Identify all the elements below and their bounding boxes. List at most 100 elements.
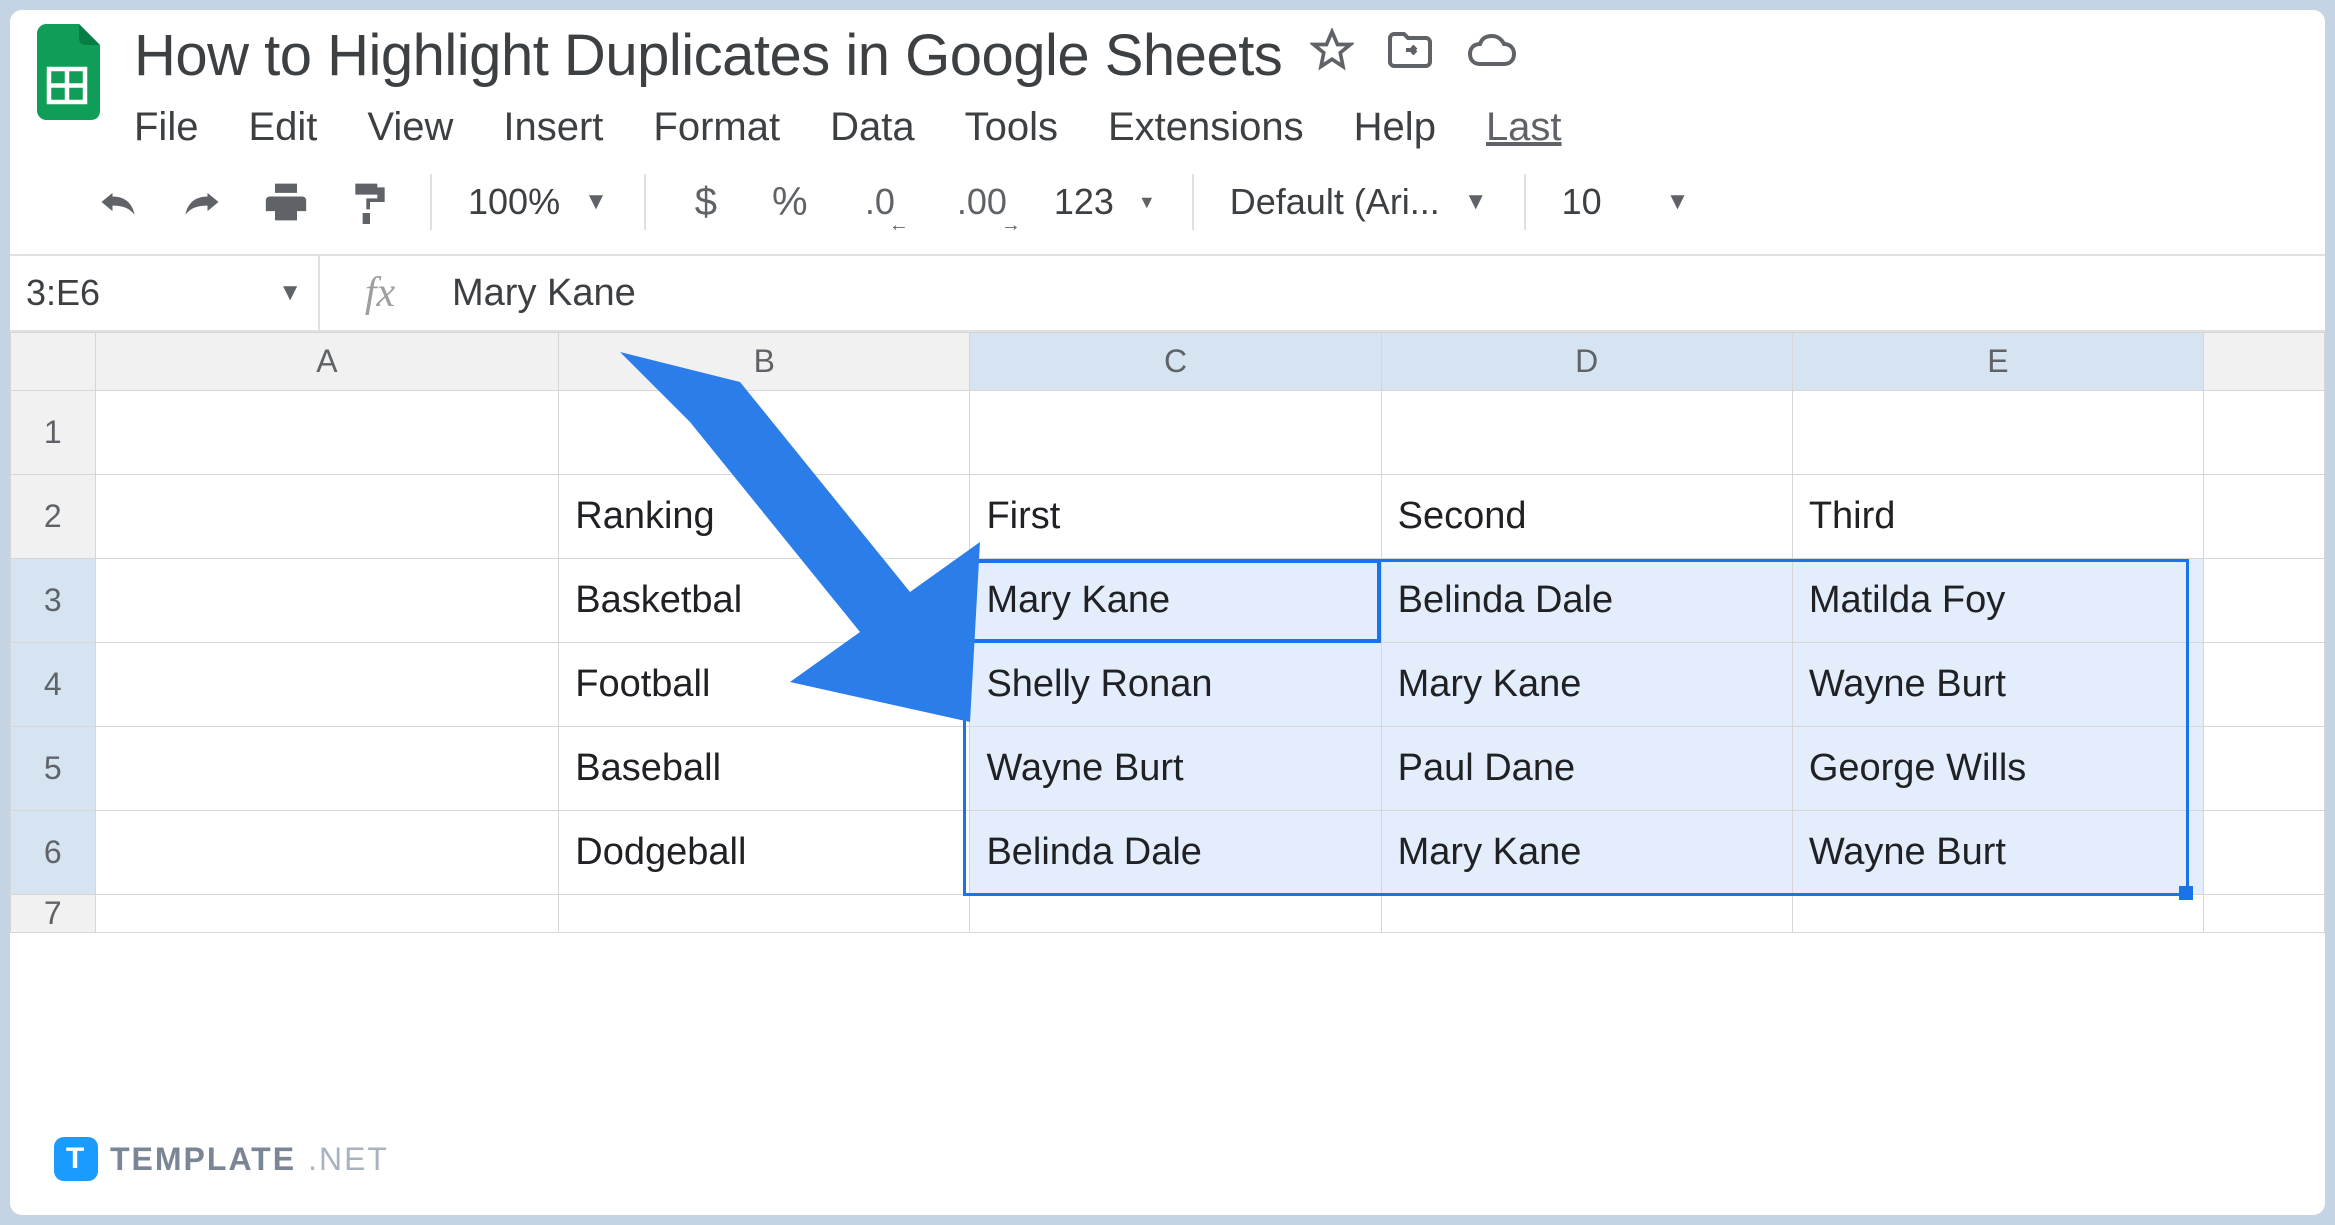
name-box[interactable]: 3:E6 ▼ [10, 256, 320, 330]
cell-e4[interactable]: Wayne Burt [1792, 643, 2203, 727]
cell-b2[interactable]: Ranking [559, 475, 970, 559]
cell-a2[interactable] [95, 475, 559, 559]
menu-last-edit[interactable]: Last [1486, 105, 1562, 150]
row-header-5[interactable]: 5 [11, 727, 96, 811]
cell-c6[interactable]: Belinda Dale [970, 811, 1381, 895]
decrease-decimal-button[interactable]: .0← [850, 178, 910, 226]
cell-b7[interactable] [559, 895, 970, 933]
chevron-down-icon: ▼ [1138, 192, 1156, 213]
spreadsheet-grid: A B C D E 1 2 Ranking First [10, 332, 2325, 933]
watermark-suffix: .NET [308, 1141, 389, 1178]
cell-b5[interactable]: Baseball [559, 727, 970, 811]
font-size-selector[interactable]: 10 ▼ [1562, 181, 1690, 223]
star-icon[interactable] [1310, 28, 1354, 83]
cell-f5[interactable] [2204, 727, 2325, 811]
cell-f1[interactable] [2204, 391, 2325, 475]
cell-f4[interactable] [2204, 643, 2325, 727]
cell-d3[interactable]: Belinda Dale [1381, 559, 1792, 643]
number-format-label: 123 [1054, 181, 1114, 223]
col-header-overflow[interactable] [2204, 333, 2325, 391]
select-all-corner[interactable] [11, 333, 96, 391]
row-header-3[interactable]: 3 [11, 559, 96, 643]
print-icon[interactable] [262, 178, 310, 226]
row-header-2[interactable]: 2 [11, 475, 96, 559]
col-header-d[interactable]: D [1381, 333, 1792, 391]
font-name: Default (Ari... [1230, 181, 1440, 223]
row-header-7[interactable]: 7 [11, 895, 96, 933]
cell-f6[interactable] [2204, 811, 2325, 895]
cell-d5[interactable]: Paul Dane [1381, 727, 1792, 811]
redo-icon[interactable] [178, 178, 226, 226]
sheets-logo-icon[interactable] [30, 22, 110, 122]
cell-c7[interactable] [970, 895, 1381, 933]
cell-d6[interactable]: Mary Kane [1381, 811, 1792, 895]
cell-b4[interactable]: Football [559, 643, 970, 727]
cloud-status-icon[interactable] [1466, 30, 1518, 81]
zoom-selector[interactable]: 100% ▼ [468, 181, 608, 223]
cell-e1[interactable] [1792, 391, 2203, 475]
cell-e2[interactable]: Third [1792, 475, 2203, 559]
cell-f7[interactable] [2204, 895, 2325, 933]
cell-b1[interactable] [559, 391, 970, 475]
cell-a6[interactable] [95, 811, 559, 895]
cell-e5[interactable]: George Wills [1792, 727, 2203, 811]
undo-icon[interactable] [94, 178, 142, 226]
menu-help[interactable]: Help [1354, 105, 1436, 150]
formula-bar: 3:E6 ▼ fx Mary Kane [10, 256, 2325, 332]
row-header-6[interactable]: 6 [11, 811, 96, 895]
watermark-text: TEMPLATE [110, 1141, 296, 1178]
menu-insert[interactable]: Insert [503, 105, 603, 150]
cell-c1[interactable] [970, 391, 1381, 475]
range-text: 3:E6 [26, 272, 100, 314]
chevron-down-icon: ▼ [1666, 188, 1690, 216]
cell-e3[interactable]: Matilda Foy [1792, 559, 2203, 643]
number-format-button[interactable]: 123 ▼ [1054, 181, 1156, 223]
menu-data[interactable]: Data [830, 105, 915, 150]
menu-format[interactable]: Format [653, 105, 780, 150]
col-header-b[interactable]: B [559, 333, 970, 391]
cell-f3[interactable] [2204, 559, 2325, 643]
move-folder-icon[interactable] [1386, 28, 1434, 83]
menu-tools[interactable]: Tools [965, 105, 1058, 150]
cell-d2[interactable]: Second [1381, 475, 1792, 559]
fx-label: fx [320, 269, 440, 317]
cell-c5[interactable]: Wayne Burt [970, 727, 1381, 811]
font-selector[interactable]: Default (Ari... ▼ [1230, 181, 1488, 223]
menu-view[interactable]: View [367, 105, 453, 150]
chevron-down-icon: ▼ [584, 188, 608, 216]
menu-bar: File Edit View Insert Format Data Tools … [134, 105, 2305, 150]
chevron-down-icon: ▼ [1464, 188, 1488, 216]
col-header-c[interactable]: C [970, 333, 1381, 391]
menu-extensions[interactable]: Extensions [1108, 105, 1304, 150]
cell-c3[interactable]: Mary Kane [970, 559, 1381, 643]
percent-button[interactable]: % [766, 178, 814, 226]
col-header-a[interactable]: A [95, 333, 559, 391]
font-size-value: 10 [1562, 181, 1602, 223]
chevron-down-icon: ▼ [278, 279, 302, 307]
cell-e7[interactable] [1792, 895, 2203, 933]
cell-f2[interactable] [2204, 475, 2325, 559]
cell-a5[interactable] [95, 727, 559, 811]
formula-value[interactable]: Mary Kane [440, 272, 636, 315]
cell-a4[interactable] [95, 643, 559, 727]
increase-decimal-button[interactable]: .00→ [946, 178, 1018, 226]
cell-b3[interactable]: Basketbal [559, 559, 970, 643]
menu-file[interactable]: File [134, 105, 198, 150]
col-header-e[interactable]: E [1792, 333, 2203, 391]
cell-d7[interactable] [1381, 895, 1792, 933]
cell-a7[interactable] [95, 895, 559, 933]
row-header-4[interactable]: 4 [11, 643, 96, 727]
cell-a1[interactable] [95, 391, 559, 475]
cell-a3[interactable] [95, 559, 559, 643]
cell-e6[interactable]: Wayne Burt [1792, 811, 2203, 895]
currency-button[interactable]: $ [682, 178, 730, 226]
menu-edit[interactable]: Edit [248, 105, 317, 150]
paint-format-icon[interactable] [346, 178, 394, 226]
cell-c4[interactable]: Shelly Ronan [970, 643, 1381, 727]
cell-d4[interactable]: Mary Kane [1381, 643, 1792, 727]
row-header-1[interactable]: 1 [11, 391, 96, 475]
cell-d1[interactable] [1381, 391, 1792, 475]
cell-b6[interactable]: Dodgeball [559, 811, 970, 895]
document-title[interactable]: How to Highlight Duplicates in Google Sh… [134, 22, 1282, 89]
cell-c2[interactable]: First [970, 475, 1381, 559]
